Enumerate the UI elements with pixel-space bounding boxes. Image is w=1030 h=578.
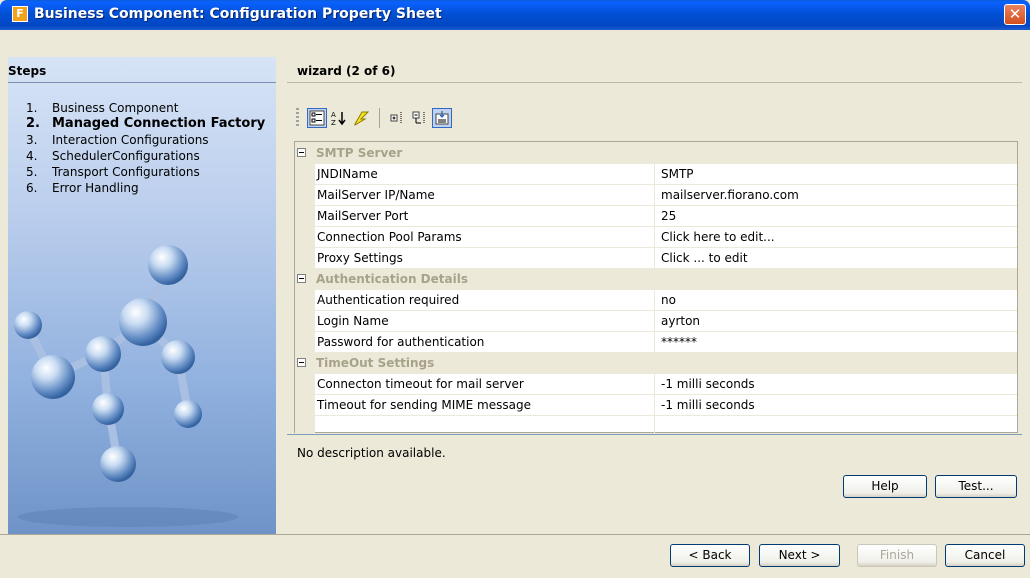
show-description-icon[interactable] <box>432 108 452 128</box>
expand-all-icon[interactable] <box>388 108 408 128</box>
wizard-page-title: wizard (2 of 6) <box>297 64 396 78</box>
step-item: 3. Interaction Configurations <box>26 133 209 147</box>
toolbar-grip[interactable] <box>296 108 299 128</box>
property-description: No description available. <box>297 446 446 460</box>
property-value[interactable]: 25 <box>655 206 1017 226</box>
test-button[interactable]: Test... <box>935 475 1017 498</box>
sheet-divider <box>287 434 1022 435</box>
property-name: Login Name <box>315 311 655 331</box>
property-toolbar: AZ <box>296 104 452 132</box>
property-row[interactable]: MailServer IP/Name mailserver.fiorano.co… <box>295 184 1017 205</box>
steps-heading: Steps <box>8 64 47 78</box>
toolbar-separator <box>379 108 380 128</box>
svg-text:Z: Z <box>331 119 336 126</box>
group-title: TimeOut Settings <box>316 355 435 370</box>
footer-divider <box>0 534 1030 535</box>
step-label: Business Component <box>52 101 179 115</box>
property-name: Timeout for sending MIME message <box>315 395 655 415</box>
step-label: Error Handling <box>52 181 139 195</box>
property-name: Proxy Settings <box>315 248 655 268</box>
step-item: 5. Transport Configurations <box>26 165 200 179</box>
property-row[interactable]: Connection Pool Params Click here to edi… <box>295 226 1017 247</box>
group-title: SMTP Server <box>316 145 403 160</box>
property-row[interactable]: Login Name ayrton <box>295 310 1017 331</box>
property-sheet: SMTP Server JNDIName SMTP MailServer IP/… <box>294 141 1018 436</box>
close-button[interactable]: ✕ <box>1004 4 1026 25</box>
sort-alphabetical-icon[interactable]: AZ <box>329 108 349 128</box>
pane-divider <box>287 82 1022 83</box>
property-row[interactable]: Password for authentication ****** <box>295 331 1017 352</box>
app-icon: F <box>12 6 28 22</box>
property-value[interactable]: no <box>655 290 1017 310</box>
property-name: Connecton timeout for mail server <box>315 374 655 394</box>
svg-text:A: A <box>331 111 336 119</box>
steps-list: 1. Business Component 2. Managed Connect… <box>26 100 266 196</box>
molecule-illustration <box>14 245 238 527</box>
group-header-authentication[interactable]: Authentication Details <box>295 268 1017 289</box>
title-bar[interactable]: F Business Component: Configuration Prop… <box>0 0 1030 30</box>
property-row[interactable]: MailServer Port 25 <box>295 205 1017 226</box>
step-label: SchedulerConfigurations <box>52 149 200 163</box>
back-button[interactable]: < Back <box>670 544 750 567</box>
property-value[interactable]: Click here to edit... <box>655 227 1017 247</box>
property-value[interactable]: ayrton <box>655 311 1017 331</box>
property-name: MailServer IP/Name <box>315 185 655 205</box>
property-name: Password for authentication <box>315 332 655 352</box>
property-value[interactable]: ****** <box>655 332 1017 352</box>
collapse-toggle-icon[interactable] <box>297 148 306 157</box>
property-row[interactable]: Proxy Settings Click ... to edit <box>295 247 1017 268</box>
step-label: Managed Connection Factory <box>52 116 266 131</box>
step-label: Transport Configurations <box>52 165 200 179</box>
window-title: Business Component: Configuration Proper… <box>34 6 442 22</box>
step-item: 6. Error Handling <box>26 181 139 195</box>
collapse-toggle-icon[interactable] <box>297 358 306 367</box>
step-label: Interaction Configurations <box>52 133 209 147</box>
property-value[interactable]: Click ... to edit <box>655 248 1017 268</box>
property-value[interactable]: -1 milli seconds <box>655 395 1017 415</box>
group-title: Authentication Details <box>316 271 468 286</box>
property-row[interactable]: JNDIName SMTP <box>295 163 1017 184</box>
cancel-button[interactable]: Cancel <box>945 544 1025 567</box>
property-name: Connection Pool Params <box>315 227 655 247</box>
step-item: 4. SchedulerConfigurations <box>26 149 200 163</box>
property-name: JNDIName <box>315 164 655 184</box>
property-value[interactable]: mailserver.fiorano.com <box>655 185 1017 205</box>
group-header-timeout[interactable]: TimeOut Settings <box>295 352 1017 373</box>
property-value[interactable]: -1 milli seconds <box>655 374 1017 394</box>
categorized-view-icon[interactable] <box>307 108 327 128</box>
expert-mode-icon[interactable] <box>351 108 371 128</box>
step-item-current: 2. Managed Connection Factory <box>26 116 266 131</box>
property-name: MailServer Port <box>315 206 655 226</box>
steps-divider <box>8 82 276 83</box>
property-row[interactable]: Authentication required no <box>295 289 1017 310</box>
finish-button[interactable]: Finish <box>857 544 937 567</box>
empty-row <box>295 415 1017 436</box>
group-header-smtp[interactable]: SMTP Server <box>295 142 1017 163</box>
property-name: Authentication required <box>315 290 655 310</box>
collapse-toggle-icon[interactable] <box>297 274 306 283</box>
property-row[interactable]: Timeout for sending MIME message -1 mill… <box>295 394 1017 415</box>
next-button[interactable]: Next > <box>759 544 840 567</box>
help-button[interactable]: Help <box>843 475 927 498</box>
property-row[interactable]: Connecton timeout for mail server -1 mil… <box>295 373 1017 394</box>
collapse-all-icon[interactable] <box>410 108 430 128</box>
step-item: 1. Business Component <box>26 101 179 115</box>
property-value[interactable]: SMTP <box>655 164 1017 184</box>
